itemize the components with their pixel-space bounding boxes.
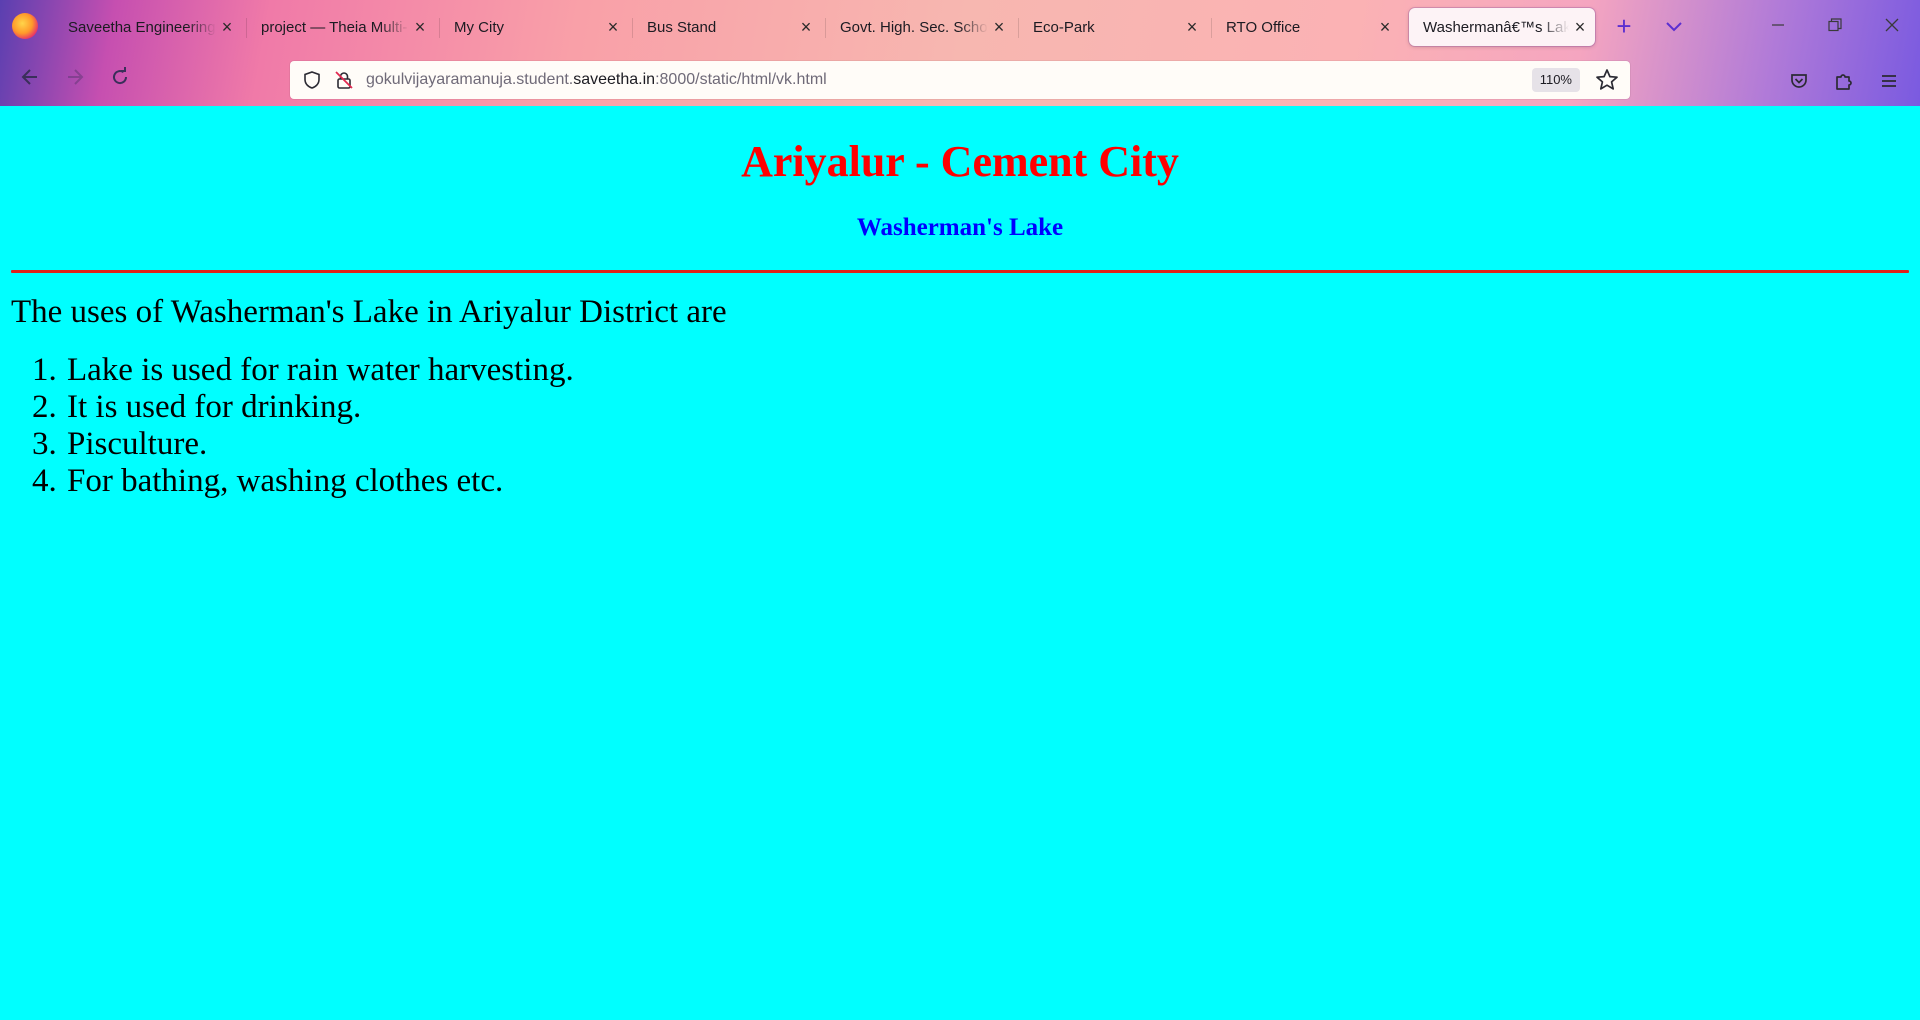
address-bar[interactable]: gokulvijayaramanuja.student.saveetha.in:… <box>290 61 1630 99</box>
reload-icon <box>113 67 128 85</box>
tab-label: Eco-Park <box>1033 18 1095 36</box>
tab-bus-stand[interactable]: Bus Stand × <box>633 8 821 46</box>
hamburger-menu-icon <box>1882 75 1896 87</box>
insecure-lock-icon[interactable] <box>332 68 356 92</box>
navigation-toolbar: gokulvijayaramanuja.student.saveetha.in:… <box>0 54 1920 106</box>
list-item: For bathing, washing clothes etc. <box>65 463 574 500</box>
restore-icon <box>1828 18 1842 32</box>
close-icon[interactable]: × <box>1569 17 1591 38</box>
reload-button[interactable] <box>104 64 136 96</box>
list-item: It is used for drinking. <box>65 389 574 426</box>
browser-chrome: Saveetha Engineering College × project —… <box>0 0 1920 106</box>
tab-govt-school[interactable]: Govt. High. Sec. School × <box>826 8 1014 46</box>
list-item: Lake is used for rain water harvesting. <box>65 352 574 389</box>
zoom-level-badge[interactable]: 110% <box>1531 68 1580 92</box>
url-text[interactable]: gokulvijayaramanuja.student.saveetha.in:… <box>366 71 827 89</box>
tab-label: Washermanâ€™s Lake <box>1423 18 1569 36</box>
app-menu-button[interactable] <box>1874 66 1904 96</box>
url-prefix: gokulvijayaramanuja.student. <box>366 71 574 88</box>
shield-icon[interactable] <box>300 68 324 92</box>
tab-rto-office[interactable]: RTO Office × <box>1212 8 1400 46</box>
web-page: Ariyalur - Cement City Washerman's Lake … <box>0 106 1920 1020</box>
back-button[interactable] <box>14 64 46 96</box>
list-item: Pisculture. <box>65 426 574 463</box>
close-icon[interactable]: × <box>409 17 431 38</box>
restore-button[interactable] <box>1815 10 1855 42</box>
extensions-button[interactable] <box>1829 66 1859 96</box>
tab-label: My City <box>454 18 504 36</box>
minimize-button[interactable] <box>1758 10 1798 42</box>
forward-button[interactable] <box>59 64 91 96</box>
puzzle-piece-icon <box>1836 74 1852 90</box>
close-icon[interactable]: × <box>988 17 1010 38</box>
arrow-left-icon <box>21 69 37 85</box>
close-icon[interactable]: × <box>1181 17 1203 38</box>
page-title: Ariyalur - Cement City <box>741 137 1179 186</box>
tab-my-city[interactable]: My City × <box>440 8 628 46</box>
new-tab-button[interactable]: + <box>1610 12 1638 40</box>
url-suffix: :8000/static/html/vk.html <box>655 71 827 88</box>
bookmark-star-icon[interactable] <box>1594 67 1620 93</box>
close-icon[interactable]: × <box>602 17 624 38</box>
tab-label: Govt. High. Sec. School <box>840 18 988 36</box>
chevron-down-icon <box>1666 22 1682 32</box>
list-all-tabs-button[interactable] <box>1660 12 1688 40</box>
intro-text: The uses of Washerman's Lake in Ariyalur… <box>11 294 727 330</box>
tab-theia-project[interactable]: project — Theia Multi-Language × <box>247 8 435 46</box>
pocket-icon <box>1791 74 1807 88</box>
uses-list: Lake is used for rain water harvesting. … <box>11 352 574 500</box>
tab-label: Saveetha Engineering College <box>68 18 216 36</box>
close-icon <box>1885 18 1899 32</box>
tab-label: project — Theia Multi-Language <box>261 18 409 36</box>
minimize-icon <box>1772 24 1784 26</box>
tab-strip: Saveetha Engineering College × project —… <box>0 0 1920 54</box>
tab-washermans-lake[interactable]: Washermanâ€™s Lake × <box>1409 8 1595 46</box>
tab-label: RTO Office <box>1226 18 1301 36</box>
page-subtitle: Washerman's Lake <box>856 214 1064 241</box>
pocket-button[interactable] <box>1784 66 1814 96</box>
tab-label: Bus Stand <box>647 18 717 36</box>
close-icon[interactable]: × <box>795 17 817 38</box>
close-window-button[interactable] <box>1872 10 1912 42</box>
url-host: saveetha.in <box>573 71 656 88</box>
horizontal-rule <box>11 270 1909 273</box>
close-icon[interactable]: × <box>216 17 238 38</box>
tab-saveetha[interactable]: Saveetha Engineering College × <box>54 8 242 46</box>
tab-eco-park[interactable]: Eco-Park × <box>1019 8 1207 46</box>
close-icon[interactable]: × <box>1374 17 1396 38</box>
firefox-logo-icon[interactable] <box>12 13 38 39</box>
arrow-right-icon <box>68 69 84 85</box>
